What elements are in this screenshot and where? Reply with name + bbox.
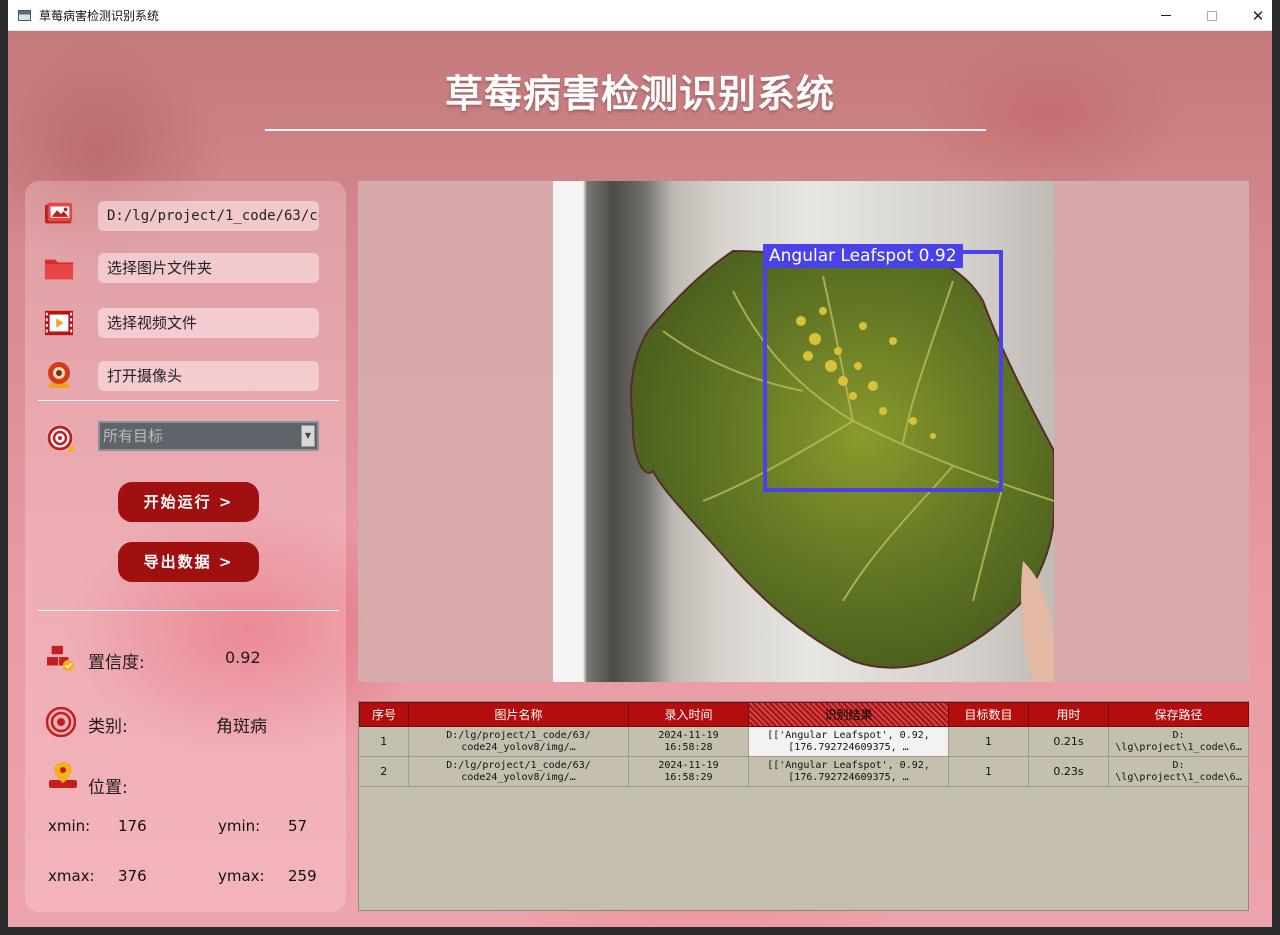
open-camera-button[interactable]: 打开摄像头: [98, 361, 319, 391]
column-header-index[interactable]: 序号: [359, 702, 409, 727]
control-panel: D:/lg/project/1_code/63/code24_yolov8/im…: [25, 181, 346, 912]
cell-entry-time[interactable]: 2024-11-19 16:58:28: [628, 726, 749, 757]
window-titlebar: 草莓病害检测识别系统 ✕: [8, 0, 1272, 31]
cell-save-path[interactable]: D: \lg\project\1_code\6…: [1108, 726, 1249, 757]
cell-line: code24_yolov8/img/…: [461, 771, 576, 783]
ymax-value: 259: [288, 867, 317, 885]
column-header-result[interactable]: 识别结果: [748, 702, 949, 727]
cell-index[interactable]: 1: [359, 726, 409, 757]
detection-image: Angular Leafspot 0.92: [553, 181, 1054, 682]
detection-label: Angular Leafspot 0.92: [763, 244, 963, 268]
confidence-icon: [46, 643, 76, 673]
cell-line: D:/lg/project/1_code/63/: [446, 759, 591, 771]
results-table[interactable]: 序号 图片名称 录入时间 识别结果 目标数目 用时 保存路径 1 D:/lg/p…: [358, 701, 1249, 911]
confidence-value: 0.92: [225, 648, 261, 667]
cell-line: 2024-11-19: [658, 759, 719, 771]
column-header-entry-time[interactable]: 录入时间: [628, 702, 749, 727]
cell-line: 16:58:28: [664, 741, 713, 753]
cell-entry-time[interactable]: 2024-11-19 16:58:29: [628, 756, 749, 787]
select-image-folder-button[interactable]: 选择图片文件夹: [98, 253, 319, 283]
category-label: 类别:: [88, 717, 128, 737]
app-window-icon: [18, 9, 31, 21]
position-label: 位置:: [88, 778, 128, 798]
cell-result[interactable]: [['Angular Leafspot', 0.92, [176.79272460…: [748, 726, 949, 757]
xmin-value: 176: [118, 817, 147, 835]
app-title: 草莓病害检测识别系统: [444, 72, 835, 116]
cell-line: \lg\project\1_code\6…: [1115, 771, 1242, 783]
cell-line: 2024-11-19: [658, 729, 719, 741]
ymin-label: ymin:: [218, 817, 261, 835]
start-run-button[interactable]: 开始运行 >: [118, 482, 259, 522]
maximize-icon: [1207, 10, 1217, 21]
cell-index[interactable]: 2: [359, 756, 409, 787]
camera-icon[interactable]: [44, 360, 74, 390]
target-icon: [46, 424, 76, 454]
ymax-label: ymax:: [218, 867, 265, 885]
column-header-save-path[interactable]: 保存路径: [1108, 702, 1249, 727]
minimize-button[interactable]: [1143, 0, 1189, 31]
export-data-button[interactable]: 导出数据 >: [118, 542, 259, 582]
close-icon: ✕: [1251, 6, 1265, 25]
chevron-down-icon[interactable]: ▼: [301, 425, 315, 447]
target-selector-value: 所有目标: [103, 427, 164, 445]
section-divider: [38, 400, 339, 401]
cell-target-count[interactable]: 1: [948, 756, 1029, 787]
section-divider: [38, 610, 339, 611]
cell-target-count[interactable]: 1: [948, 726, 1029, 757]
cell-duration[interactable]: 0.21s: [1028, 726, 1109, 757]
cell-save-path[interactable]: D: \lg\project\1_code\6…: [1108, 756, 1249, 787]
video-file-icon[interactable]: [44, 308, 74, 338]
detection-display: Angular Leafspot 0.92: [358, 181, 1249, 682]
target-selector-dropdown[interactable]: 所有目标 ▼: [98, 421, 319, 451]
cell-duration[interactable]: 0.23s: [1028, 756, 1109, 787]
cell-result[interactable]: [['Angular Leafspot', 0.92, [176.79272460…: [748, 756, 949, 787]
cell-line: D:: [1172, 759, 1185, 771]
ymin-value: 57: [288, 817, 308, 835]
xmax-label: xmax:: [48, 867, 95, 885]
cell-line: [176.792724609375, …: [788, 771, 909, 783]
detection-bounding-box: [763, 250, 1003, 492]
column-header-duration[interactable]: 用时: [1028, 702, 1109, 727]
xmin-label: xmin:: [48, 817, 91, 835]
select-video-file-button[interactable]: 选择视频文件: [98, 308, 319, 338]
table-row[interactable]: 2 D:/lg/project/1_code/63/code24_yolov8/…: [359, 756, 1249, 787]
table-header-row: 序号 图片名称 录入时间 识别结果 目标数目 用时 保存路径: [359, 702, 1249, 727]
minimize-icon: [1161, 15, 1171, 16]
column-header-image-name[interactable]: 图片名称: [408, 702, 629, 727]
app-client-area: 草莓病害检测识别系统 D:/lg/project/1_code/63/code2…: [8, 31, 1272, 927]
window-title: 草莓病害检测识别系统: [39, 8, 160, 23]
close-button[interactable]: ✕: [1235, 0, 1280, 31]
table-row[interactable]: 1 D:/lg/project/1_code/63/code24_yolov8/…: [359, 726, 1249, 757]
cell-line: 16:58:29: [664, 771, 713, 783]
category-value: 角斑病: [216, 717, 267, 737]
cell-line: [['Angular Leafspot', 0.92,: [767, 729, 930, 741]
cell-line: \lg\project\1_code\6…: [1115, 741, 1242, 753]
cell-line: D:: [1172, 729, 1185, 741]
column-header-target-count[interactable]: 目标数目: [948, 702, 1029, 727]
confidence-label: 置信度:: [88, 653, 145, 673]
cell-image-name[interactable]: D:/lg/project/1_code/63/code24_yolov8/im…: [408, 756, 629, 787]
image-file-icon[interactable]: [44, 199, 74, 229]
folder-icon[interactable]: [44, 253, 74, 283]
title-divider: [265, 129, 986, 131]
cell-line: D:/lg/project/1_code/63/: [446, 729, 591, 741]
cell-image-name[interactable]: D:/lg/project/1_code/63/code24_yolov8/im…: [408, 726, 629, 757]
cell-line: [['Angular Leafspot', 0.92,: [767, 759, 930, 771]
xmax-value: 376: [118, 867, 147, 885]
image-file-path-field[interactable]: D:/lg/project/1_code/63/code24_yolov8/im…: [98, 201, 319, 231]
maximize-button[interactable]: [1189, 0, 1235, 31]
category-icon: [46, 707, 76, 737]
location-pin-icon: [48, 761, 78, 791]
cell-line: code24_yolov8/img/…: [461, 741, 576, 753]
cell-line: [176.792724609375, …: [788, 741, 909, 753]
